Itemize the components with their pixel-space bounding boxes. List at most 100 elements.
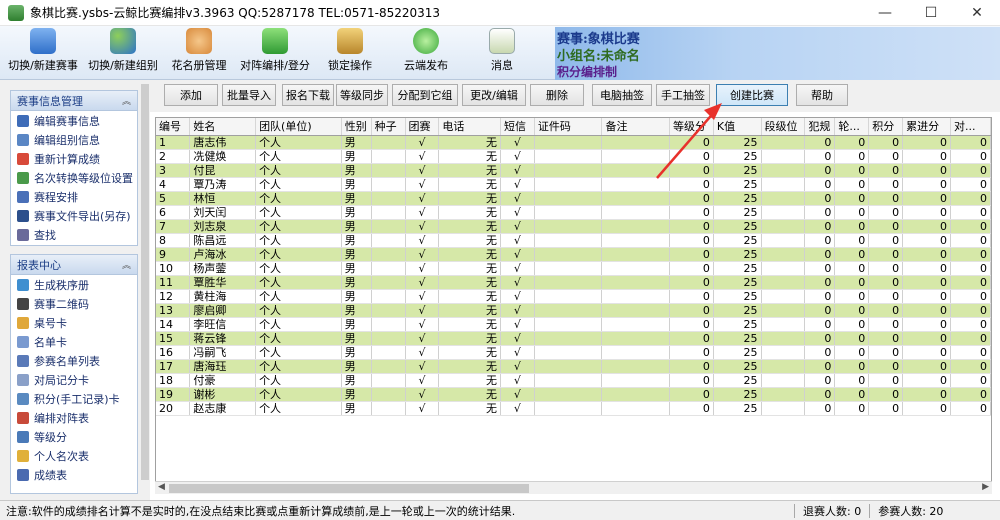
table-cell[interactable]: 男 xyxy=(341,233,372,248)
report-center-panel-header[interactable]: 报表中心 ︽ xyxy=(11,255,137,275)
help-button[interactable]: 帮助 xyxy=(796,84,848,106)
table-cell[interactable]: 0 xyxy=(834,233,870,248)
table-cell[interactable]: 无 xyxy=(438,359,501,374)
table-cell[interactable]: 0 xyxy=(902,205,952,220)
table-cell[interactable]: 无 xyxy=(438,135,501,150)
table-cell[interactable]: 0 xyxy=(804,163,836,178)
table-cell[interactable]: 男 xyxy=(341,317,372,332)
column-header[interactable]: 对... xyxy=(950,118,991,136)
table-cell[interactable]: 无 xyxy=(438,191,501,206)
column-header[interactable]: 证件码 xyxy=(534,118,603,136)
table-cell[interactable] xyxy=(761,359,806,374)
table-cell[interactable] xyxy=(534,191,603,206)
table-cell[interactable]: √ xyxy=(405,135,440,150)
table-cell[interactable]: 0 xyxy=(834,345,870,360)
table-cell[interactable]: 男 xyxy=(341,275,372,290)
signup-download-button[interactable]: 报名下载 xyxy=(282,84,334,106)
table-cell[interactable]: 0 xyxy=(950,289,991,304)
column-header[interactable]: 犯规 xyxy=(804,118,836,136)
table-cell[interactable]: 个人 xyxy=(255,317,342,332)
event-info-panel-header[interactable]: 赛事信息管理 ︽ xyxy=(11,91,137,111)
table-cell[interactable]: 0 xyxy=(804,289,836,304)
table-cell[interactable]: √ xyxy=(500,247,535,262)
table-cell[interactable]: 0 xyxy=(834,247,870,262)
table-cell[interactable]: √ xyxy=(405,345,440,360)
table-cell[interactable]: 1 xyxy=(156,135,191,150)
lock-button[interactable]: 锁定操作 xyxy=(326,28,374,78)
table-cell[interactable]: 10 xyxy=(156,261,191,276)
table-cell[interactable] xyxy=(601,303,670,318)
table-cell[interactable]: √ xyxy=(405,219,440,234)
table-cell[interactable]: 25 xyxy=(713,191,762,206)
table-cell[interactable]: 9 xyxy=(156,247,191,262)
table-cell[interactable]: 0 xyxy=(669,373,714,388)
table-cell[interactable] xyxy=(371,345,406,360)
table-cell[interactable]: 男 xyxy=(341,135,372,150)
table-cell[interactable]: 0 xyxy=(669,303,714,318)
table-cell[interactable]: 个人 xyxy=(255,303,342,318)
table-cell[interactable]: 个人 xyxy=(255,177,342,192)
create-match-button[interactable]: 创建比赛 xyxy=(716,84,788,106)
table-cell[interactable]: √ xyxy=(405,177,440,192)
column-header[interactable]: K值 xyxy=(713,118,762,136)
table-cell[interactable]: 0 xyxy=(669,149,714,164)
table-cell[interactable]: 个人 xyxy=(255,261,342,276)
table-cell[interactable]: 无 xyxy=(438,345,501,360)
message-button[interactable]: 消息 xyxy=(484,28,520,78)
table-cell[interactable] xyxy=(761,345,806,360)
table-cell[interactable]: 0 xyxy=(950,261,991,276)
sidebar-item-schedule[interactable]: 赛程安排 xyxy=(11,187,137,206)
table-cell[interactable] xyxy=(534,359,603,374)
column-header[interactable]: 积分 xyxy=(868,118,904,136)
table-cell[interactable]: 0 xyxy=(868,177,904,192)
table-cell[interactable]: 个人 xyxy=(255,359,342,374)
table-cell[interactable]: 0 xyxy=(834,331,870,346)
table-cell[interactable]: 0 xyxy=(804,387,836,402)
table-cell[interactable] xyxy=(761,317,806,332)
table-cell[interactable]: 无 xyxy=(438,303,501,318)
table-cell[interactable] xyxy=(601,191,670,206)
sidebar-item-booklet[interactable]: 生成秩序册 xyxy=(11,275,137,294)
table-cell[interactable] xyxy=(534,205,603,220)
table-cell[interactable]: 0 xyxy=(804,331,836,346)
table-cell[interactable] xyxy=(371,331,406,346)
minimize-button[interactable]: — xyxy=(862,0,908,26)
column-header[interactable]: 编号 xyxy=(156,118,191,136)
table-cell[interactable]: 0 xyxy=(804,233,836,248)
table-cell[interactable]: 卢海冰 xyxy=(189,247,257,262)
table-cell[interactable]: 个人 xyxy=(255,149,342,164)
table-cell[interactable] xyxy=(534,373,603,388)
table-cell[interactable]: 男 xyxy=(341,247,372,262)
table-row[interactable]: 8 陈昌远 个人男 √ 无 √ 0 25 0 0 0 0 0 xyxy=(156,233,991,248)
table-cell[interactable]: 6 xyxy=(156,205,191,220)
table-cell[interactable]: √ xyxy=(500,317,535,332)
table-cell[interactable] xyxy=(761,149,806,164)
table-cell[interactable]: 0 xyxy=(834,219,870,234)
table-cell[interactable]: 25 xyxy=(713,177,762,192)
table-cell[interactable]: 个人 xyxy=(255,233,342,248)
table-cell[interactable] xyxy=(371,359,406,374)
table-cell[interactable]: 无 xyxy=(438,163,501,178)
table-cell[interactable]: 个人 xyxy=(255,289,342,304)
table-row[interactable]: 18 付豪 个人男 √ 无 √ 0 25 0 0 0 0 0 xyxy=(156,373,991,388)
table-cell[interactable]: 0 xyxy=(834,289,870,304)
column-header[interactable]: 团队(单位) xyxy=(255,118,342,136)
table-cell[interactable]: 蒋云锋 xyxy=(189,331,257,346)
switch-event-button[interactable]: 切换/新建赛事 xyxy=(8,28,78,78)
table-cell[interactable] xyxy=(761,247,806,262)
table-cell[interactable]: 0 xyxy=(804,135,836,150)
table-cell[interactable] xyxy=(534,275,603,290)
table-cell[interactable]: 男 xyxy=(341,359,372,374)
table-cell[interactable]: 个人 xyxy=(255,205,342,220)
table-cell[interactable] xyxy=(371,275,406,290)
table-cell[interactable]: 0 xyxy=(950,401,991,416)
table-row[interactable]: 17 唐海珏 个人男 √ 无 √ 0 25 0 0 0 0 0 xyxy=(156,359,991,374)
table-cell[interactable]: 0 xyxy=(902,401,952,416)
sidebar-item-results[interactable]: 成绩表 xyxy=(11,465,137,484)
table-cell[interactable]: 林恒 xyxy=(189,191,257,206)
table-cell[interactable] xyxy=(761,401,806,416)
table-cell[interactable]: 0 xyxy=(902,317,952,332)
table-cell[interactable] xyxy=(534,177,603,192)
table-cell[interactable] xyxy=(534,303,603,318)
table-cell[interactable]: 0 xyxy=(669,387,714,402)
